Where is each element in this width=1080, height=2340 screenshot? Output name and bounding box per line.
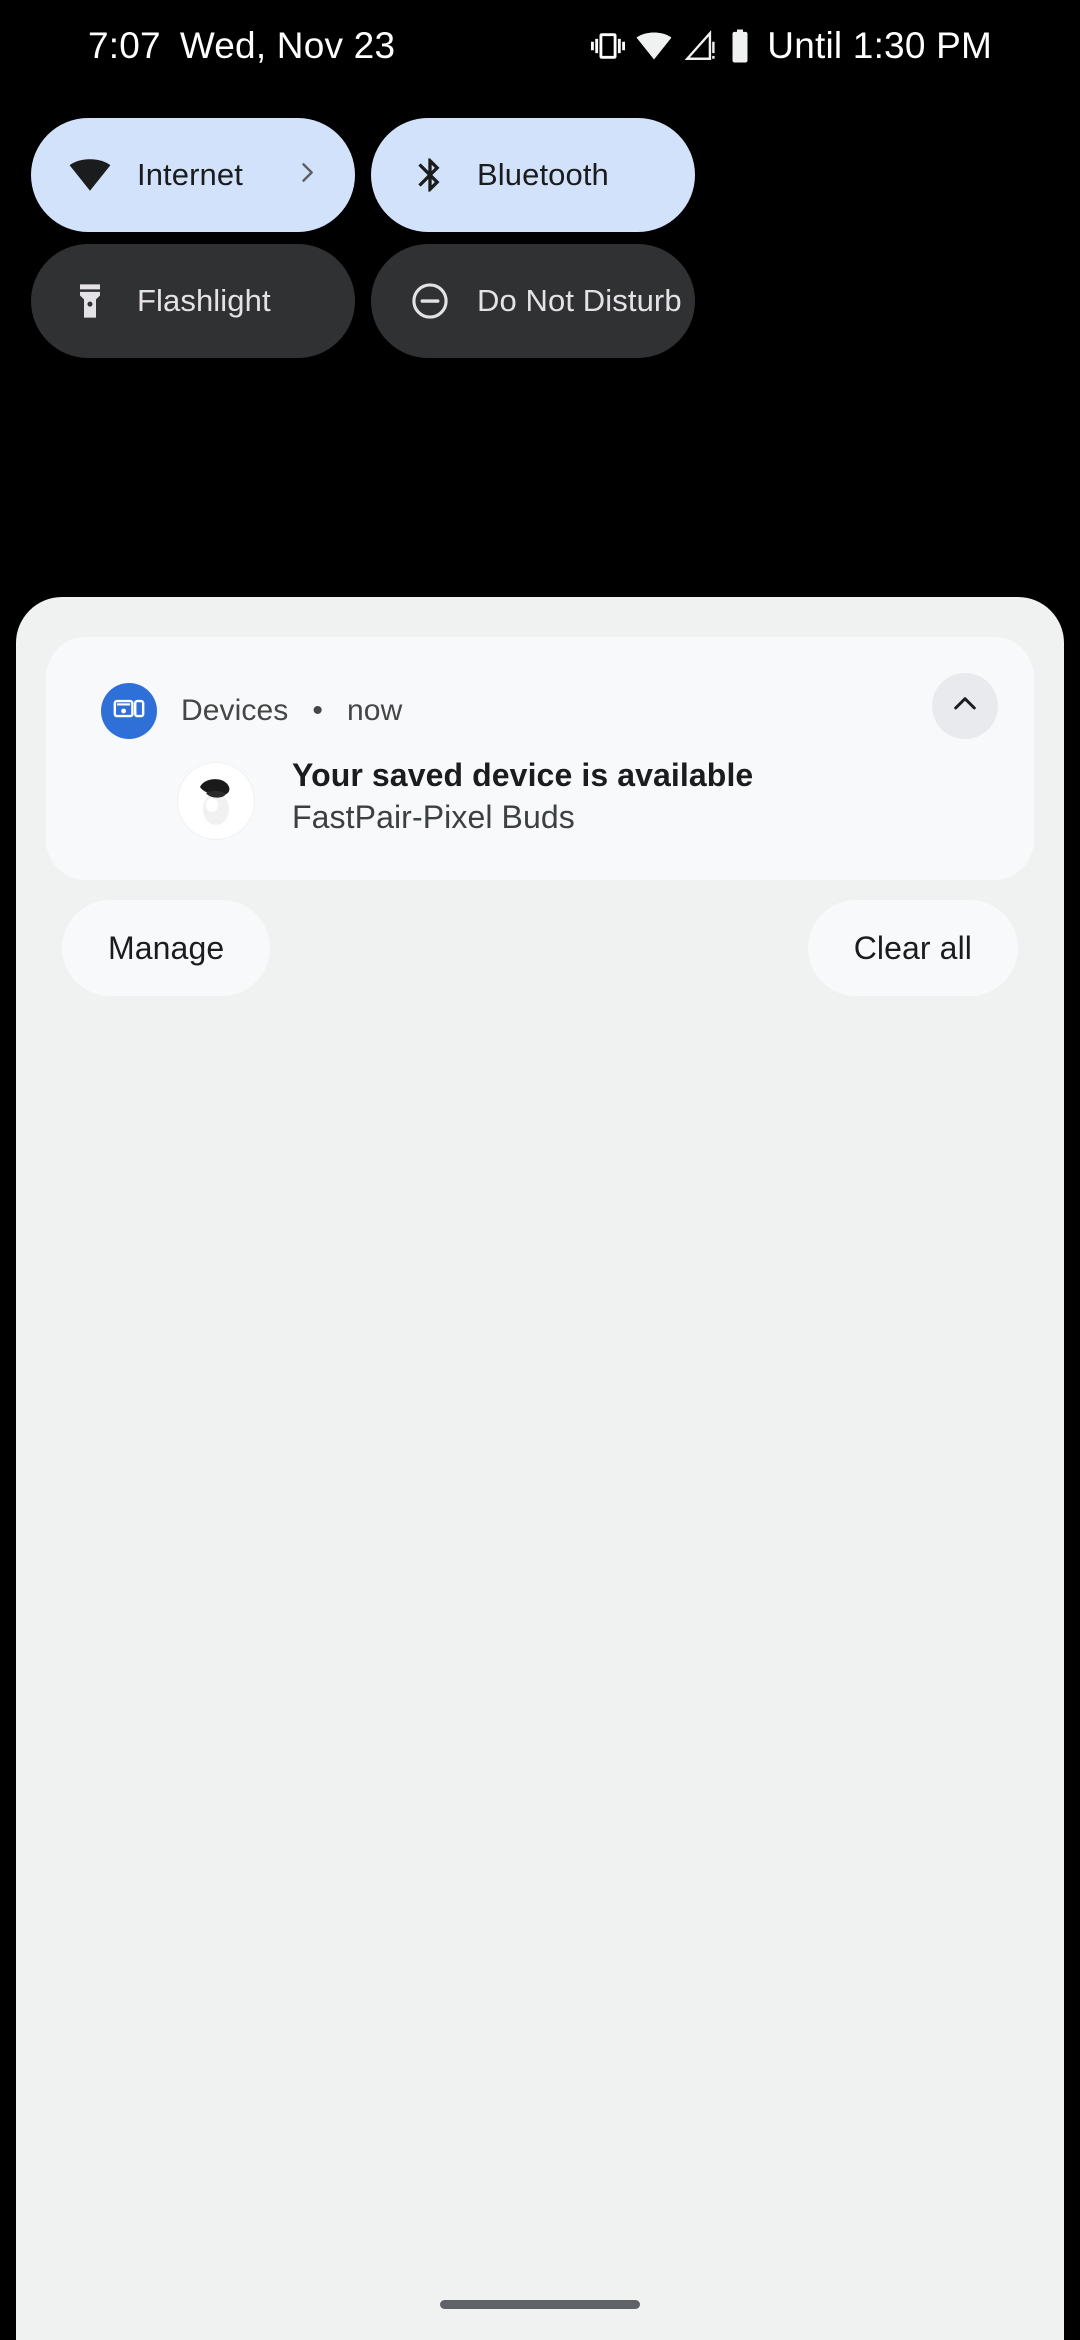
home-gesture-handle[interactable]	[440, 2300, 640, 2309]
status-bar-date: Wed, Nov 23	[179, 25, 396, 66]
chevron-right-icon[interactable]	[293, 159, 321, 192]
wifi-icon	[69, 154, 111, 196]
notification-collapse-button[interactable]	[932, 673, 998, 739]
notification-app-name: Devices	[181, 694, 289, 727]
notification-card[interactable]: Devices • now Your saved device is avail…	[46, 637, 1034, 880]
notification-title: Your saved device is available	[292, 757, 754, 793]
pixel-buds-earbud-image	[178, 763, 254, 839]
notification-body: Your saved device is available FastPair-…	[178, 757, 753, 839]
do-not-disturb-icon	[409, 280, 451, 322]
qs-tile-label: Internet	[137, 157, 243, 192]
manage-button-label: Manage	[108, 929, 225, 966]
chevron-up-icon	[949, 688, 981, 725]
notification-time: now	[347, 694, 403, 727]
bluetooth-icon	[409, 154, 451, 196]
vibrate-icon	[591, 29, 626, 63]
status-bar-clock: 7:07	[88, 25, 161, 66]
notification-separator: •	[312, 694, 324, 727]
notification-shade: Devices • now Your saved device is avail…	[16, 597, 1064, 2340]
quick-settings-screen: 7:07 Wed, Nov 23 Until 1:30 PM Internet …	[0, 0, 1080, 2340]
status-bar-left: 7:07 Wed, Nov 23	[88, 0, 395, 92]
status-bar: 7:07 Wed, Nov 23 Until 1:30 PM	[0, 0, 1080, 92]
dnd-until-label: Until 1:30 PM	[767, 25, 992, 66]
flashlight-icon	[69, 280, 111, 322]
clear-all-button[interactable]: Clear all	[807, 900, 1018, 996]
wifi-icon	[636, 28, 672, 64]
qs-tile-do-not-disturb[interactable]: Do Not Disturb	[371, 244, 695, 358]
qs-tile-internet[interactable]: Internet	[31, 118, 355, 232]
devices-icon	[101, 683, 157, 739]
notification-text-block: Your saved device is available FastPair-…	[292, 757, 753, 836]
notification-header: Devices • now	[101, 683, 402, 739]
notification-footer: Manage Clear all	[16, 900, 1064, 1020]
clear-all-button-label: Clear all	[853, 929, 972, 966]
qs-tile-label: Flashlight	[137, 283, 271, 318]
notification-subtitle: FastPair-Pixel Buds	[292, 799, 575, 835]
qs-tile-label: Do Not Disturb	[477, 283, 682, 318]
qs-tile-bluetooth[interactable]: Bluetooth	[371, 118, 695, 232]
status-bar-right: Until 1:30 PM	[591, 0, 992, 92]
battery-icon	[728, 28, 752, 64]
qs-tile-flashlight[interactable]: Flashlight	[31, 244, 355, 358]
quick-settings-grid: Internet Bluetooth Flashlight Do Not Dis…	[31, 118, 1049, 358]
no-signal-warning-icon	[683, 29, 717, 63]
manage-button[interactable]: Manage	[62, 900, 271, 996]
qs-tile-label: Bluetooth	[477, 157, 609, 192]
